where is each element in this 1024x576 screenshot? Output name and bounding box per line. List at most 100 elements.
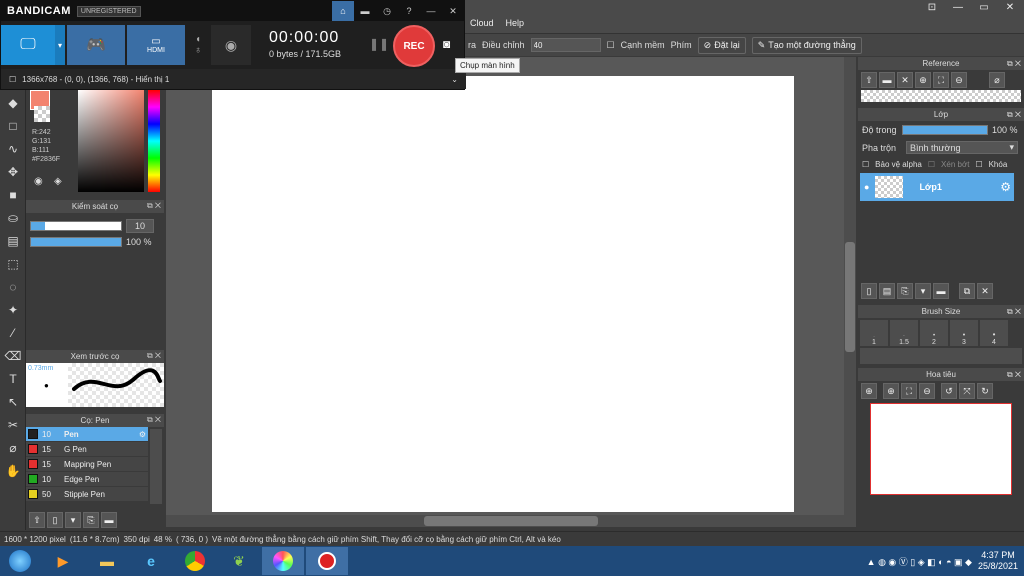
close-button[interactable]: ✕ bbox=[998, 0, 1022, 14]
chevron-down-icon[interactable]: ⌄ bbox=[451, 75, 466, 84]
brush-size-cell[interactable]: · 1 bbox=[860, 320, 888, 346]
clip-checkbox[interactable]: ☐ bbox=[928, 160, 935, 169]
brush-size-cell[interactable]: • 3 bbox=[950, 320, 978, 346]
lasso-tool-icon[interactable]: ◌ bbox=[3, 277, 23, 297]
copy-brush-icon[interactable]: ⎘ bbox=[83, 512, 99, 528]
new-raster-layer-icon[interactable]: ▤ bbox=[879, 283, 895, 299]
panel-close-icon[interactable]: ⧉ ✕ bbox=[147, 201, 161, 211]
taskbar-media-player[interactable]: ▶ bbox=[42, 547, 84, 575]
fill-rect-tool-icon[interactable]: ■ bbox=[3, 185, 23, 205]
panel-close-icon[interactable]: ⧉ ✕ bbox=[1007, 307, 1021, 317]
close-icon[interactable]: ✕ bbox=[897, 72, 913, 88]
layer-blend-select[interactable]: Bình thường ▾ bbox=[906, 141, 1018, 154]
brush-menu-icon[interactable]: ▾ bbox=[65, 512, 81, 528]
home-icon[interactable]: ⌂ bbox=[332, 1, 354, 21]
new-brush-icon[interactable]: ▯ bbox=[47, 512, 63, 528]
eyedropper-tool-icon[interactable]: ⌀ bbox=[3, 438, 23, 458]
move-tool-icon[interactable]: ✥ bbox=[3, 162, 23, 182]
edge-checkbox[interactable]: ☐ bbox=[607, 40, 615, 51]
add-brush-icon[interactable]: ⇧ bbox=[29, 512, 45, 528]
zoom-in-icon[interactable]: ⊕ bbox=[861, 383, 877, 399]
visibility-icon[interactable]: ● bbox=[864, 182, 869, 192]
webcam-button[interactable]: ◉ bbox=[211, 25, 251, 65]
zoom-out-icon[interactable]: ⊖ bbox=[951, 72, 967, 88]
eraser-tool-icon[interactable]: ◆ bbox=[3, 93, 23, 113]
horizontal-scroll-thumb[interactable] bbox=[424, 516, 598, 526]
rect-tool-icon[interactable]: □ bbox=[3, 116, 23, 136]
pause-icon[interactable]: ❚❚ bbox=[369, 37, 389, 51]
select-rect-tool-icon[interactable]: ⬚ bbox=[3, 254, 23, 274]
zoom-out-icon[interactable]: ⊖ bbox=[919, 383, 935, 399]
brush-size-value[interactable]: 10 bbox=[126, 219, 155, 233]
hue-slider[interactable] bbox=[148, 90, 160, 192]
magic-wand-tool-icon[interactable]: ✦ bbox=[3, 300, 23, 320]
taskbar-bandicam[interactable] bbox=[306, 547, 348, 575]
rotate-right-icon[interactable]: ↻ bbox=[977, 383, 993, 399]
brush-size-cell[interactable]: • 2 bbox=[920, 320, 948, 346]
menu-help[interactable]: Help bbox=[506, 18, 525, 28]
folder-icon[interactable]: ▬ bbox=[933, 283, 949, 299]
gear-icon[interactable]: ⚙ bbox=[1000, 180, 1014, 194]
brush-item[interactable]: 10 Edge Pen bbox=[26, 472, 148, 487]
protect-alpha-checkbox[interactable]: ☐ bbox=[862, 160, 869, 169]
brush-opacity-slider[interactable] bbox=[30, 237, 122, 247]
taskbar-chrome[interactable] bbox=[174, 547, 216, 575]
tray-icons[interactable]: ▲ ◍ ◉ Ⓥ ▯ ◈ ◧ ◐ ◓ ▣ ◆ bbox=[867, 555, 972, 568]
canvas-horizontal-scrollbar[interactable] bbox=[166, 515, 856, 527]
rec-button[interactable]: REC bbox=[393, 25, 435, 67]
fit-icon[interactable]: ⛶ bbox=[901, 383, 917, 399]
speaker-icon[interactable]: ◖ bbox=[195, 34, 201, 45]
flip-icon[interactable]: ⤧ bbox=[959, 383, 975, 399]
gradient-tool-icon[interactable]: ▤ bbox=[3, 231, 23, 251]
restore-icon[interactable]: ⊡ bbox=[920, 0, 944, 14]
folder-icon[interactable]: ▬ bbox=[354, 1, 376, 21]
minimize-icon[interactable]: — bbox=[420, 1, 442, 21]
text-tool-icon[interactable]: T bbox=[3, 369, 23, 389]
canvas-vertical-scrollbar[interactable] bbox=[844, 57, 856, 517]
copy-layer-icon[interactable]: ⎘ bbox=[897, 283, 913, 299]
transparent-swatch[interactable] bbox=[34, 106, 50, 122]
maximize-button[interactable]: ▭ bbox=[972, 0, 996, 14]
rotate-left-icon[interactable]: ↺ bbox=[941, 383, 957, 399]
brush-size-grid-row2[interactable] bbox=[860, 348, 1022, 364]
delete-layer-icon[interactable]: ✕ bbox=[977, 283, 993, 299]
layer-opacity-slider[interactable] bbox=[902, 125, 988, 135]
folder-icon[interactable]: ▬ bbox=[101, 512, 117, 528]
layer-name[interactable]: Lớp1 bbox=[919, 182, 941, 192]
new-layer-icon[interactable]: ▯ bbox=[861, 283, 877, 299]
divider-tool-icon[interactable]: ✂ bbox=[3, 415, 23, 435]
swap-color-icon[interactable]: ◈ bbox=[54, 176, 62, 187]
hand-tool-icon[interactable]: ✋ bbox=[3, 461, 23, 481]
navigator-preview[interactable] bbox=[870, 403, 1012, 495]
vertical-scroll-thumb[interactable] bbox=[845, 242, 855, 352]
brush-size-cell[interactable]: • 4 bbox=[980, 320, 1008, 346]
layer-row[interactable]: ● Lớp1 ⚙ bbox=[860, 173, 1014, 201]
upload-icon[interactable]: ⇧ bbox=[861, 72, 877, 88]
close-icon[interactable]: ✕ bbox=[442, 1, 464, 21]
device-mode-button[interactable]: ▭ HDMI bbox=[127, 25, 185, 65]
panel-close-icon[interactable]: ⧉ ✕ bbox=[147, 415, 161, 425]
drawing-canvas[interactable] bbox=[212, 76, 794, 512]
zoom-in-icon[interactable]: ⊕ bbox=[883, 383, 899, 399]
zoom-in-icon[interactable]: ⊕ bbox=[915, 72, 931, 88]
camera-icon[interactable]: ◙ bbox=[443, 37, 450, 51]
game-mode-button[interactable]: 🎮 bbox=[67, 25, 125, 65]
select-pen-tool-icon[interactable]: ⁄ bbox=[3, 323, 23, 343]
eyedropper-icon[interactable]: ⌀ bbox=[989, 72, 1005, 88]
brush-item[interactable]: 50 Stipple Pen bbox=[26, 487, 148, 502]
taskbar-ie[interactable]: e bbox=[130, 547, 172, 575]
operation-tool-icon[interactable]: ↖ bbox=[3, 392, 23, 412]
bucket-tool-icon[interactable]: ⛀ bbox=[3, 208, 23, 228]
mic-icon[interactable]: ♁ bbox=[194, 45, 202, 56]
fit-icon[interactable]: ⛶ bbox=[933, 72, 949, 88]
menu-cloud[interactable]: Cloud bbox=[470, 18, 494, 28]
curve-tool-icon[interactable]: ∿ bbox=[3, 139, 23, 159]
layer-menu-icon[interactable]: ▾ bbox=[915, 283, 931, 299]
lock-checkbox[interactable]: ☐ bbox=[975, 160, 982, 169]
reset-button[interactable]: ⊘ Đặt lại bbox=[697, 36, 746, 54]
panel-close-icon[interactable]: ⧉ ✕ bbox=[147, 351, 161, 361]
brush-list-scrollbar[interactable] bbox=[150, 429, 162, 504]
minimize-button[interactable]: — bbox=[946, 0, 970, 14]
clock-icon[interactable]: ◷ bbox=[376, 1, 398, 21]
region-checkbox[interactable]: ☐ bbox=[9, 75, 16, 84]
